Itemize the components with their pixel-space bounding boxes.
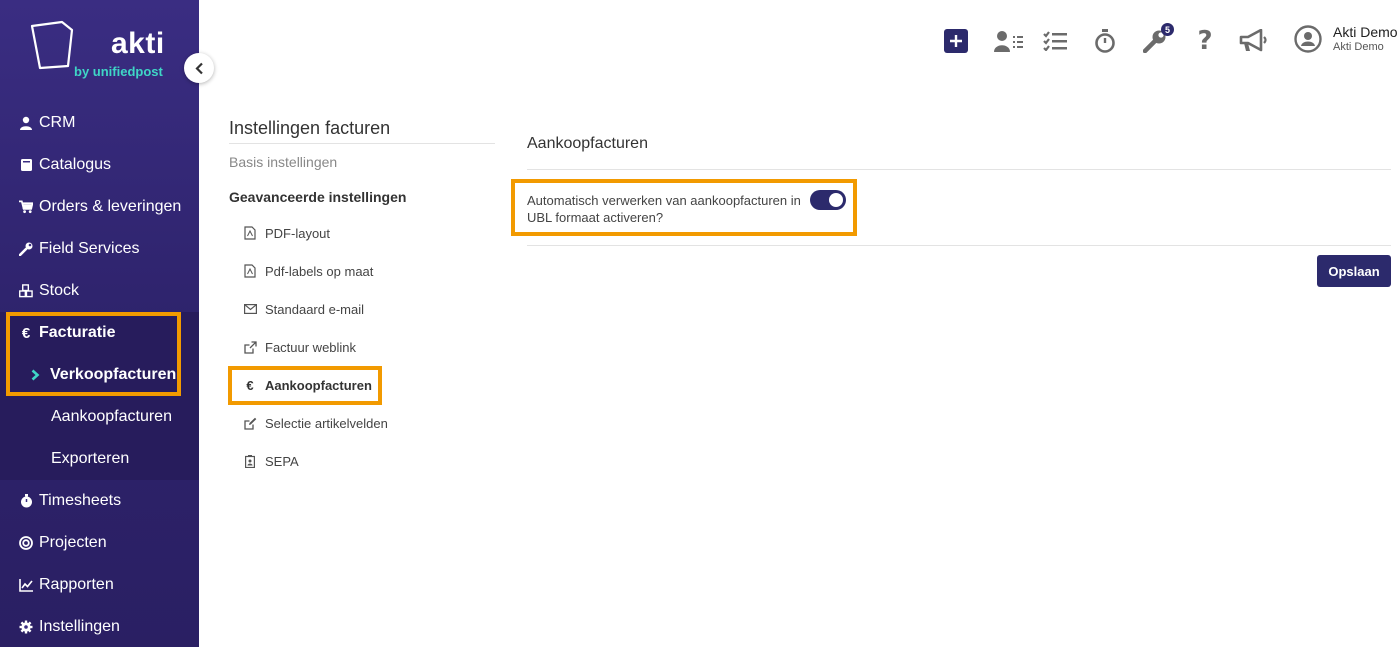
timer-button[interactable] [1092,28,1118,54]
sidebar-item-timesheets[interactable]: Timesheets [0,480,199,522]
sidebar-item-stock[interactable]: Stock [0,270,199,312]
settings-title: Instellingen facturen [229,118,391,138]
toggle-knob [829,193,843,207]
checklist-icon [1043,31,1067,51]
user-circle-icon [1294,25,1322,53]
cart-icon [19,200,33,214]
sidebar-item-label: Timesheets [39,492,122,509]
sidebar-item-label: Catalogus [39,156,112,173]
sidebar-item-label: CRM [39,114,76,131]
section-title: Aankoopfacturen [527,135,648,152]
stopwatch-icon [19,494,33,508]
brand-name: akti [111,27,165,60]
sidebar-subitem-label: Aankoopfacturen [51,408,172,425]
user-name[interactable]: Akti Demo [1333,24,1398,40]
euro-icon: € [246,377,254,393]
user-company: Akti Demo [1333,41,1384,53]
sidebar-item-label: Facturatie [39,324,116,341]
sidebar-subitem-label: Verkoopfacturen [50,366,177,383]
sidebar-item-crm[interactable]: CRM [0,102,199,144]
pdf-file-icon [243,226,257,240]
contacts-button[interactable] [992,28,1026,54]
book-icon [19,158,33,172]
sidebar-item-field-services[interactable]: Field Services [0,228,199,270]
settings-link-factuur-weblink[interactable]: Factuur weblink [243,337,356,357]
megaphone-icon [1239,29,1267,52]
edit-icon [243,417,257,430]
settings-link-label: PDF-layout [265,225,331,241]
user-icon [19,116,33,130]
ubl-auto-process-toggle[interactable] [810,190,846,210]
question-icon: ? [1197,26,1213,56]
settings-link-pdf-labels[interactable]: Pdf-labels op maat [243,261,373,281]
sidebar-subitem-aankoopfacturen[interactable]: Aankoopfacturen [0,396,199,438]
save-button[interactable]: Opslaan [1317,255,1391,287]
sidebar-collapse-button[interactable] [184,53,214,83]
sidebar-item-projecten[interactable]: Projecten [0,522,199,564]
user-list-icon [994,31,1023,52]
section-divider [527,169,1391,170]
wrench-icon [19,242,33,256]
announcements-button[interactable] [1238,28,1270,54]
sidebar: akti by unifiedpost CRM Catalogus Orders… [0,0,199,647]
sidebar-item-label: Instellingen [39,618,120,635]
envelope-icon [243,304,257,314]
sidebar-item-label: Stock [39,282,80,299]
cubes-icon [19,284,33,298]
stopwatch-icon [1095,29,1115,53]
settings-link-selectie-artikelvelden[interactable]: Selectie artikelvelden [243,413,388,433]
settings-link-label: Selectie artikelvelden [265,415,388,431]
external-link-icon [243,340,257,354]
settings-link-sepa[interactable]: SEPA [243,451,299,471]
settings-divider [229,143,495,144]
brand-tagline: by unifiedpost [74,64,163,79]
settings-link-label: Factuur weblink [265,339,357,355]
chevron-right-icon [31,369,40,381]
user-menu-button[interactable] [1294,25,1322,53]
gear-icon [19,620,33,634]
sidebar-item-instellingen[interactable]: Instellingen [0,606,199,647]
sidebar-item-label: Projecten [39,534,107,551]
settings-link-standaard-email[interactable]: Standaard e-mail [243,299,364,319]
help-button[interactable]: ? [1192,26,1218,56]
sidebar-item-facturatie[interactable]: € Facturatie [0,312,199,354]
settings-link-label: Standaard e-mail [265,301,364,317]
akti-logo-icon [30,20,74,70]
sidebar-item-label: Field Services [39,240,140,257]
sidebar-subitem-verkoopfacturen[interactable]: Verkoopfacturen [0,354,199,396]
sidebar-item-label: Rapporten [39,576,114,593]
settings-link-pdf-layout[interactable]: PDF-layout [243,223,330,243]
chart-icon [19,578,33,592]
ubl-setting-label: Automatisch verwerken van aankoopfacture… [527,193,801,225]
id-badge-icon [243,454,257,468]
add-button[interactable] [944,29,968,53]
notification-badge: 5 [1161,23,1174,36]
settings-link-label: SEPA [265,453,299,469]
chevron-left-icon [194,62,203,74]
euro-icon: € [21,324,31,342]
pdf-file-icon [243,264,257,278]
tasks-button[interactable] [1042,28,1068,54]
tools-button[interactable]: 5 [1142,23,1174,54]
settings-link-basic[interactable]: Basis instellingen [229,154,337,170]
sidebar-item-orders[interactable]: Orders & leveringen [0,186,199,228]
sidebar-item-rapporten[interactable]: Rapporten [0,564,199,606]
sidebar-subitem-label: Exporteren [51,450,130,467]
target-icon [19,536,33,550]
settings-link-label: Pdf-labels op maat [265,263,374,279]
plus-icon [950,35,962,47]
settings-link-aankoopfacturen[interactable]: € Aankoopfacturen [243,375,372,395]
form-divider [527,245,1391,246]
settings-heading-advanced: Geavanceerde instellingen [229,189,407,205]
sidebar-item-label: Orders & leveringen [39,198,182,215]
sidebar-item-catalogus[interactable]: Catalogus [0,144,199,186]
logo[interactable]: akti by unifiedpost [0,0,199,100]
sidebar-subitem-exporteren[interactable]: Exporteren [0,438,199,480]
settings-link-label: Aankoopfacturen [265,377,372,393]
